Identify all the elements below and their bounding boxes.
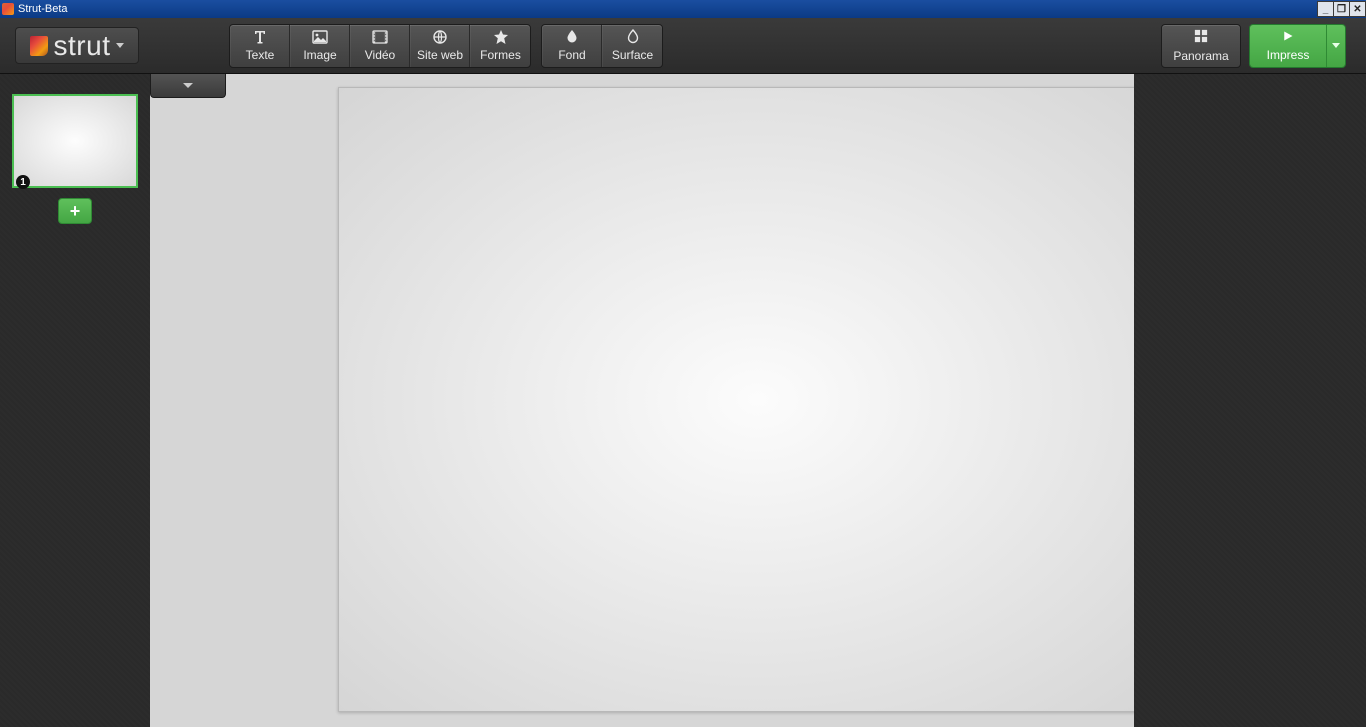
brand-logo-icon (30, 36, 48, 56)
chevron-down-icon (183, 83, 193, 88)
insert-video-label: Vidéo (365, 48, 395, 62)
panorama-label: Panorama (1173, 49, 1228, 63)
slide-canvas[interactable] (338, 87, 1134, 712)
canvas-area (150, 74, 1134, 727)
chevron-down-icon (116, 43, 124, 48)
brand-menu-button[interactable]: strut (15, 27, 139, 64)
right-gutter (1134, 74, 1366, 727)
app-body: 1 + (0, 74, 1366, 727)
impress-split-button: Impress (1249, 24, 1346, 68)
star-icon (493, 29, 509, 45)
slide-number: 1 (16, 175, 30, 189)
window-titlebar: Strut-Beta _ ❐ ✕ (0, 0, 1366, 18)
drop-icon (564, 29, 580, 45)
play-icon (1282, 30, 1294, 45)
maximize-button[interactable]: ❐ (1333, 1, 1350, 17)
panel-toggle-button[interactable] (150, 74, 226, 98)
background-tool-group: Fond Surface (541, 24, 663, 68)
impress-button[interactable]: Impress (1250, 25, 1326, 67)
impress-label: Impress (1267, 48, 1310, 62)
chevron-down-icon (1332, 43, 1340, 48)
slide-thumbnail[interactable]: 1 (12, 94, 138, 188)
plus-icon: + (70, 201, 81, 222)
minimize-button[interactable]: _ (1317, 1, 1334, 17)
insert-web-button[interactable]: Site web (410, 25, 470, 67)
main-toolbar: strut Texte Image Vidéo (0, 18, 1366, 74)
app-root: strut Texte Image Vidéo (0, 18, 1366, 727)
slide-background-button[interactable]: Fond (542, 25, 602, 67)
app-icon (2, 3, 14, 15)
text-icon (252, 29, 268, 45)
brand-name: strut (54, 30, 111, 62)
add-slide-button[interactable]: + (58, 198, 92, 224)
window-controls: _ ❐ ✕ (1318, 0, 1366, 18)
insert-video-button[interactable]: Vidéo (350, 25, 410, 67)
insert-text-button[interactable]: Texte (230, 25, 290, 67)
insert-web-label: Site web (417, 48, 463, 62)
insert-image-label: Image (303, 48, 336, 62)
surface-background-label: Surface (612, 48, 653, 62)
drop-outline-icon (625, 29, 641, 45)
grid-icon (1194, 29, 1208, 46)
insert-tool-group: Texte Image Vidéo Site web (229, 24, 531, 68)
slides-pane: 1 + (0, 74, 150, 727)
image-icon (312, 29, 328, 45)
impress-dropdown-button[interactable] (1326, 25, 1345, 67)
insert-text-label: Texte (246, 48, 275, 62)
insert-image-button[interactable]: Image (290, 25, 350, 67)
panorama-button[interactable]: Panorama (1161, 24, 1241, 68)
insert-shapes-button[interactable]: Formes (470, 25, 530, 67)
globe-icon (432, 29, 448, 45)
surface-background-button[interactable]: Surface (602, 25, 662, 67)
window-title: Strut-Beta (18, 3, 68, 15)
video-icon (372, 29, 388, 45)
slide-background-label: Fond (558, 48, 585, 62)
toolbar-right-group: Panorama Impress (1161, 24, 1346, 68)
close-button[interactable]: ✕ (1349, 1, 1366, 17)
insert-shapes-label: Formes (480, 48, 521, 62)
